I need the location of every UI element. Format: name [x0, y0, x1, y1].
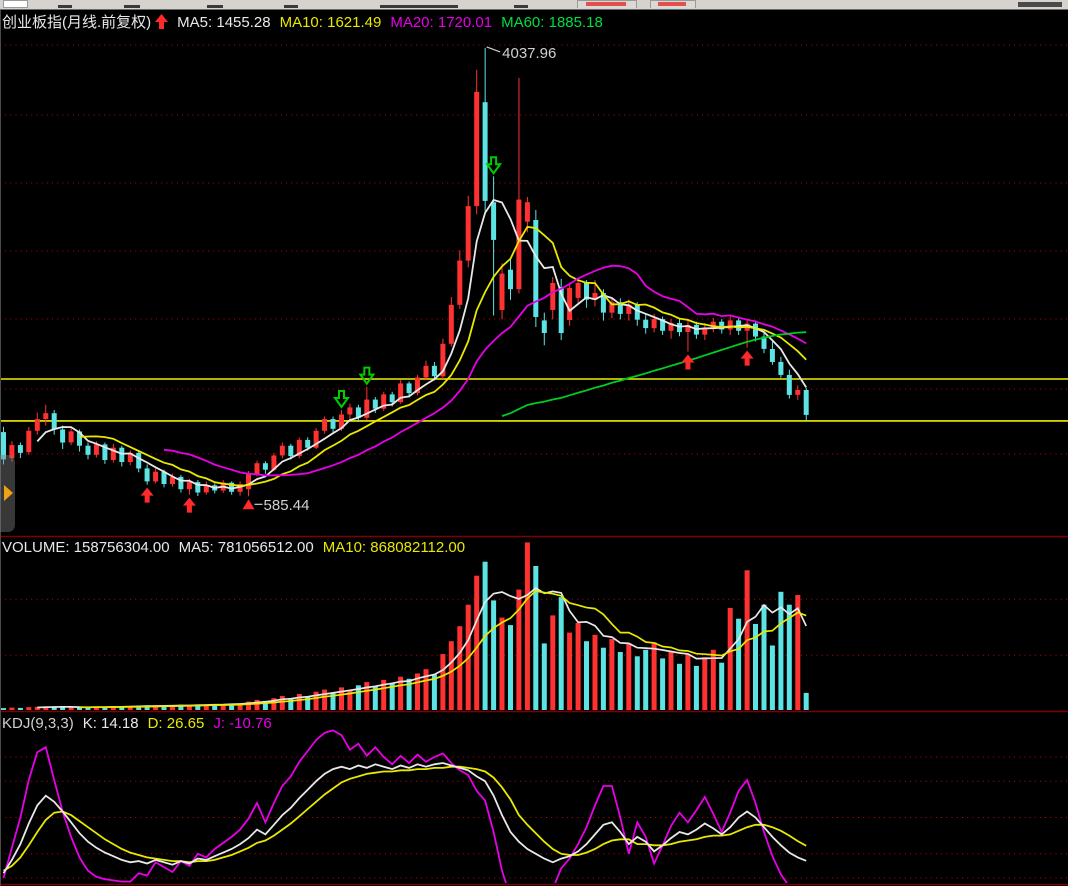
red-text-fragment [658, 2, 686, 6]
trend-up-arrow-icon [155, 14, 168, 33]
volume-ma5-readout: MA5: 781056512.00 [179, 539, 314, 556]
menu-item-fragment[interactable] [514, 5, 528, 8]
side-panel-handle[interactable] [0, 455, 15, 532]
menu-item-fragment[interactable] [284, 5, 298, 8]
ma5-readout: MA5: 1455.28 [177, 14, 270, 31]
volume-header: VOLUME: 158756304.00 MA5: 781056512.00 MA1… [2, 539, 474, 556]
chart-area: 创业板指(月线.前复权) MA5: 1455.28 MA10: 1621.49 MA2… [0, 9, 1068, 886]
j-readout: J: -10.76 [213, 715, 271, 732]
trough-price-label: 585.44 [264, 497, 310, 514]
kdj-pane[interactable] [0, 713, 1068, 886]
main-chart-pane[interactable] [0, 9, 1068, 536]
k-readout: K: 14.18 [83, 715, 139, 732]
menu-item-fragment[interactable] [380, 5, 458, 8]
menu-right-fragment [1018, 2, 1062, 7]
menu-red-button-1[interactable] [577, 0, 637, 8]
volume-readout: VOLUME: 158756304.00 [2, 539, 170, 556]
ma10-readout: MA10: 1621.49 [280, 14, 382, 31]
menu-icon-box[interactable] [3, 0, 28, 8]
volume-ma10-readout: MA10: 868082112.00 [323, 539, 465, 556]
peak-price-label: 4037.96 [502, 45, 556, 62]
red-text-fragment [586, 2, 626, 6]
menu-item-fragment[interactable] [124, 5, 140, 8]
kdj-name: KDJ(9,3,3) [2, 715, 74, 732]
ma60-readout: MA60: 1885.18 [501, 14, 603, 31]
menu-item-fragment[interactable] [58, 5, 72, 8]
ma20-readout: MA20: 1720.01 [390, 14, 492, 31]
menu-item-fragment[interactable] [207, 5, 223, 8]
kdj-header: KDJ(9,3,3) K: 14.18 D: 26.65 J: -10.76 [2, 715, 281, 732]
main-chart-header: 创业板指(月线.前复权) MA5: 1455.28 MA10: 1621.49 MA2… [2, 11, 612, 33]
menu-red-button-2[interactable] [650, 0, 696, 8]
menu-bar [0, 0, 1068, 10]
app-window: 创业板指(月线.前复权) MA5: 1455.28 MA10: 1621.49 MA2… [0, 0, 1068, 886]
symbol-title: 创业板指(月线.前复权) [2, 14, 151, 31]
d-readout: D: 26.65 [148, 715, 205, 732]
volume-pane[interactable] [0, 537, 1068, 712]
expand-arrow-icon [4, 485, 13, 501]
